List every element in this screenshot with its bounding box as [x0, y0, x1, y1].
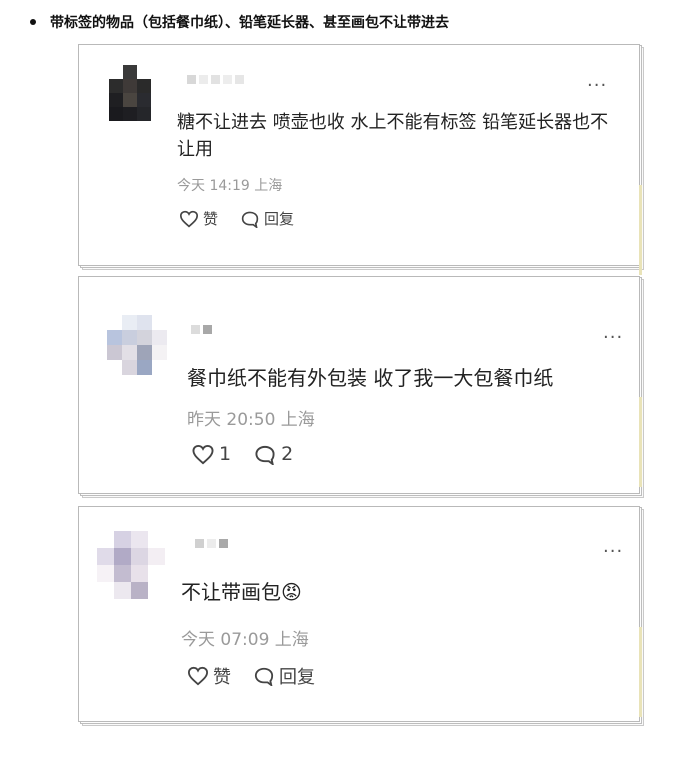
reply-button[interactable]: 2	[253, 443, 293, 465]
like-label: 赞	[203, 210, 219, 228]
avatar[interactable]	[109, 65, 151, 121]
comment-meta: 昨天 20:50 上海	[187, 410, 315, 430]
avatar[interactable]	[97, 531, 165, 599]
reply-label: 回复	[264, 210, 295, 228]
like-button[interactable]: 1	[191, 443, 231, 465]
like-button[interactable]: 赞	[179, 208, 218, 229]
comment-card-3: ··· 不让带画包😡 今天 07:09 上海 赞 回复	[78, 506, 644, 726]
speech-bubble-icon	[255, 445, 275, 465]
more-dots-icon[interactable]: ···	[603, 329, 623, 347]
angry-face-emoji: 😡	[281, 580, 302, 604]
comment-text: 餐巾纸不能有外包装 收了我一大包餐巾纸	[187, 366, 554, 390]
avatar[interactable]	[107, 315, 167, 375]
speech-bubble-icon	[254, 667, 274, 686]
like-count: 1	[219, 443, 232, 465]
comment-card-1: ··· 糖不让进去 喷壶也收 水上不能有标签 铅笔延长器也不让用 今天 14:1…	[78, 44, 644, 275]
reply-button[interactable]: 回复	[240, 208, 294, 229]
comment-meta: 今天 14:19 上海	[177, 178, 283, 194]
heart-outline-icon	[187, 666, 209, 686]
username-blurred[interactable]	[191, 325, 212, 334]
speech-bubble-icon	[241, 211, 259, 228]
bullet-dot	[30, 19, 36, 25]
reply-button[interactable]: 回复	[253, 663, 315, 689]
comment-text: 糖不让进去 喷壶也收 水上不能有标签 铅笔延长器也不让用	[177, 112, 609, 160]
comment-card-2: ··· 餐巾纸不能有外包装 收了我一大包餐巾纸 昨天 20:50 上海 1 2	[78, 276, 644, 498]
heart-outline-icon	[179, 210, 199, 227]
like-label: 赞	[213, 667, 231, 688]
bullet-text: 带标签的物品（包括餐巾纸）、铅笔延长器、甚至画包不让带进去	[50, 15, 449, 31]
comment-meta: 今天 07:09 上海	[181, 630, 309, 650]
comment-text: 不让带画包😡	[181, 577, 621, 607]
more-dots-icon[interactable]: ···	[603, 543, 623, 561]
comment-text-body: 不让带画包	[181, 580, 281, 604]
heart-outline-icon	[192, 444, 214, 464]
bullet-item: 带标签的物品（包括餐巾纸）、铅笔延长器、甚至画包不让带进去	[30, 12, 670, 32]
reply-count: 2	[281, 443, 294, 465]
username-blurred[interactable]	[195, 539, 228, 548]
username-blurred[interactable]	[187, 75, 244, 84]
like-button[interactable]: 赞	[187, 663, 231, 689]
more-dots-icon[interactable]: ···	[587, 77, 607, 95]
reply-label: 回复	[279, 667, 315, 688]
